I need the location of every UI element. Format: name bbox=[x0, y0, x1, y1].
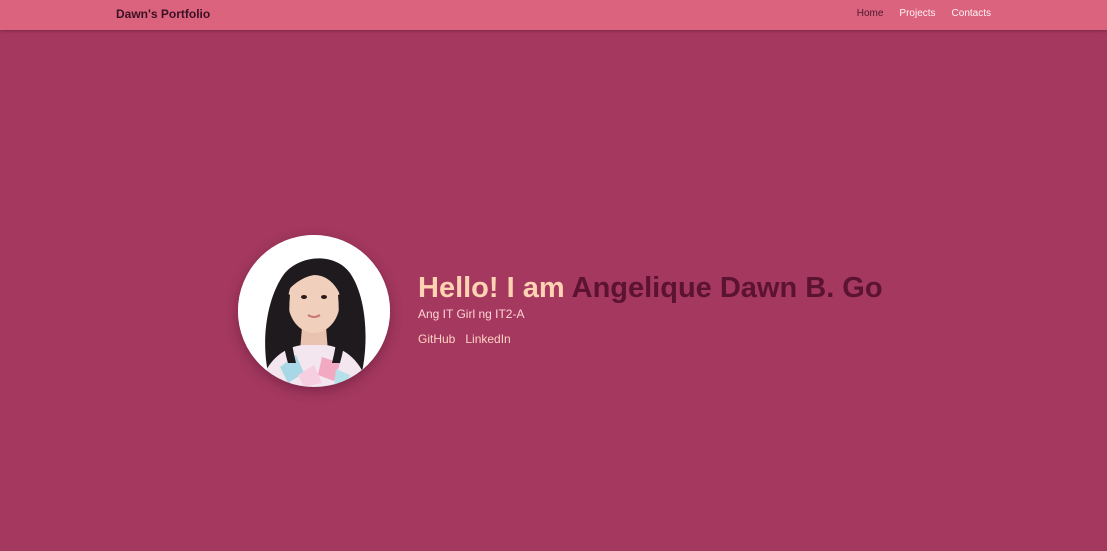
avatar bbox=[238, 235, 390, 387]
nav-link-contacts[interactable]: Contacts bbox=[952, 8, 991, 19]
linkedin-link[interactable]: LinkedIn bbox=[465, 332, 510, 346]
profile-photo-icon bbox=[238, 235, 390, 387]
brand-link[interactable]: Dawn's Portfolio bbox=[116, 7, 210, 21]
nav-link-projects[interactable]: Projects bbox=[899, 8, 935, 19]
nav-link-home[interactable]: Home bbox=[857, 8, 884, 19]
hero-heading: Hello! I am Angelique Dawn B. Go bbox=[418, 270, 1018, 306]
greeting-text: Hello! I am bbox=[418, 272, 572, 304]
tagline: Ang IT Girl ng IT2-A bbox=[418, 307, 525, 321]
nav-links: Home Projects Contacts bbox=[857, 8, 991, 19]
navbar: Dawn's Portfolio Home Projects Contacts bbox=[0, 0, 1107, 30]
intro: Hello! I am Angelique Dawn B. Go Ang IT … bbox=[418, 270, 1018, 346]
github-link[interactable]: GitHub bbox=[418, 332, 455, 346]
name-text: Angelique Dawn B. Go bbox=[571, 272, 883, 304]
social-links: GitHub LinkedIn bbox=[418, 332, 1018, 346]
